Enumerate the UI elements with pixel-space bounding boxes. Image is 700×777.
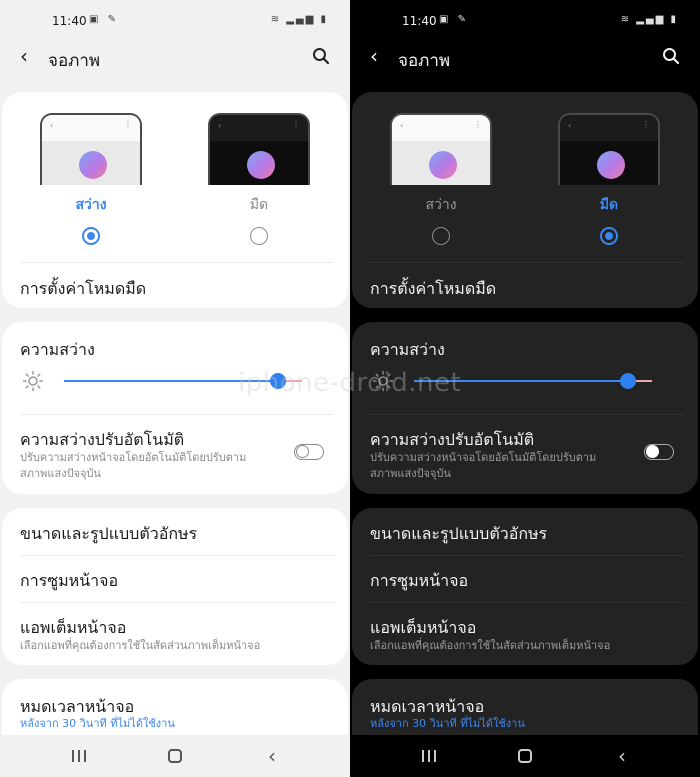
dark-theme-radio[interactable]: [250, 227, 268, 245]
theme-card: ‹ ⋮ ‹ ⋮ สว่าง มืด การตั้งค่าโหมดมืด: [352, 92, 698, 308]
brightness-slider-fill: [414, 380, 628, 382]
light-mode-screenshot: 11:40 ▣ ✎ ≋ ▂▄▆ ▮ ‹ จอภาพ ‹ ⋮ ‹ ⋮ สว่าง มื…: [0, 0, 350, 777]
status-bar: 11:40 ▣ ✎ ≋ ▂▄▆ ▮: [0, 10, 350, 32]
divider: [20, 602, 334, 603]
brightness-title: ความสว่าง: [20, 340, 95, 359]
light-theme-label: สว่าง: [425, 197, 457, 213]
notification-icons: ▣ ✎: [439, 14, 470, 25]
dark-theme-radio[interactable]: [600, 227, 618, 245]
dark-theme-preview[interactable]: ‹ ⋮: [558, 113, 660, 185]
page-title: จอภาพ: [48, 51, 101, 71]
app-bar: ‹ จอภาพ: [350, 44, 700, 72]
screen-zoom-item[interactable]: การซูมหน้าจอ: [370, 569, 468, 594]
back-arrow-icon[interactable]: ‹: [20, 45, 28, 67]
dark-mode-settings-item[interactable]: การตั้งค่าโหมดมืด: [370, 277, 496, 302]
divider: [370, 555, 684, 556]
adaptive-brightness-desc-line1: ปรับความสว่างหน้าจอโดยอัตโนมัติโดยปรับตา…: [370, 451, 597, 464]
adaptive-brightness-toggle[interactable]: [294, 444, 324, 460]
brightness-title: ความสว่าง: [370, 340, 445, 359]
system-status-icons: ≋ ▂▄▆ ▮: [620, 14, 678, 25]
recents-icon[interactable]: [72, 750, 86, 762]
app-bar: ‹ จอภาพ: [0, 44, 350, 72]
theme-card: ‹ ⋮ ‹ ⋮ สว่าง มืด การตั้งค่าโหมดมืด: [2, 92, 348, 308]
dark-theme-label: มืด: [249, 197, 269, 213]
divider: [20, 262, 334, 263]
status-time: 11:40: [402, 14, 437, 28]
screen-zoom-item[interactable]: การซูมหน้าจอ: [20, 569, 118, 594]
brightness-slider-fill: [64, 380, 278, 382]
sun-icon: [22, 370, 44, 392]
light-theme-label: สว่าง: [75, 197, 107, 213]
brightness-slider-thumb[interactable]: [620, 373, 636, 389]
font-display-card: ขนาดและรูปแบบตัวอักษร การซูมหน้าจอ แอพเต…: [2, 508, 348, 665]
adaptive-brightness-desc-line2: สภาพแสงปัจจุบัน: [370, 467, 451, 480]
brightness-card: ความสว่าง ความสว่างปรับอัตโนมัติ ปรับควา…: [352, 322, 698, 494]
light-theme-radio[interactable]: [432, 227, 450, 245]
light-theme-preview[interactable]: ‹ ⋮: [40, 113, 142, 185]
sun-icon: [372, 370, 394, 392]
status-time: 11:40: [52, 14, 87, 28]
screen-timeout-value: หลังจาก 30 วินาที ที่ไม่ได้ใช้งาน: [20, 717, 175, 730]
dark-theme-preview[interactable]: ‹ ⋮: [208, 113, 310, 185]
light-theme-preview[interactable]: ‹ ⋮: [390, 113, 492, 185]
light-theme-radio[interactable]: [82, 227, 100, 245]
font-display-card: ขนาดและรูปแบบตัวอักษร การซูมหน้าจอ แอพเต…: [352, 508, 698, 665]
notification-icons: ▣ ✎: [89, 14, 120, 25]
divider: [370, 602, 684, 603]
fullscreen-apps-desc: เลือกแอพที่คุณต้องการใช้ในสัดส่วนภาพเต็ม…: [370, 639, 611, 652]
adaptive-brightness-desc-line1: ปรับความสว่างหน้าจอโดยอัตโนมัติโดยปรับตา…: [20, 451, 247, 464]
search-icon[interactable]: [662, 47, 680, 65]
dark-mode-screenshot: 11:40 ▣ ✎ ≋ ▂▄▆ ▮ ‹ จอภาพ ‹ ⋮ ‹ ⋮ สว่าง มื…: [350, 0, 700, 777]
page-title: จอภาพ: [398, 51, 451, 71]
home-icon[interactable]: [168, 749, 182, 763]
recents-icon[interactable]: [422, 750, 436, 762]
navigation-bar: ‹: [0, 735, 350, 777]
divider: [370, 262, 684, 263]
brightness-card: ความสว่าง ความสว่างปรับอัตโนมัติ ปรับควา…: [2, 322, 348, 494]
navigation-bar: ‹: [350, 735, 700, 777]
brightness-slider[interactable]: [414, 373, 652, 389]
font-size-style-item[interactable]: ขนาดและรูปแบบตัวอักษร: [20, 522, 197, 547]
dark-mode-settings-item[interactable]: การตั้งค่าโหมดมืด: [20, 277, 146, 302]
brightness-slider-thumb[interactable]: [270, 373, 286, 389]
adaptive-brightness-toggle[interactable]: [644, 444, 674, 460]
font-size-style-item[interactable]: ขนาดและรูปแบบตัวอักษร: [370, 522, 547, 547]
status-bar: 11:40 ▣ ✎ ≋ ▂▄▆ ▮: [350, 10, 700, 32]
brightness-slider[interactable]: [64, 373, 302, 389]
system-status-icons: ≋ ▂▄▆ ▮: [270, 14, 328, 25]
dark-theme-label: มืด: [599, 197, 619, 213]
search-icon[interactable]: [312, 47, 330, 65]
back-arrow-icon[interactable]: ‹: [370, 45, 378, 67]
fullscreen-apps-desc: เลือกแอพที่คุณต้องการใช้ในสัดส่วนภาพเต็ม…: [20, 639, 261, 652]
divider: [20, 555, 334, 556]
divider: [370, 414, 684, 415]
home-icon[interactable]: [518, 749, 532, 763]
divider: [20, 414, 334, 415]
nav-back-icon[interactable]: ‹: [618, 744, 626, 768]
screen-timeout-value: หลังจาก 30 วินาที ที่ไม่ได้ใช้งาน: [370, 717, 525, 730]
nav-back-icon[interactable]: ‹: [268, 744, 276, 768]
adaptive-brightness-desc-line2: สภาพแสงปัจจุบัน: [20, 467, 101, 480]
